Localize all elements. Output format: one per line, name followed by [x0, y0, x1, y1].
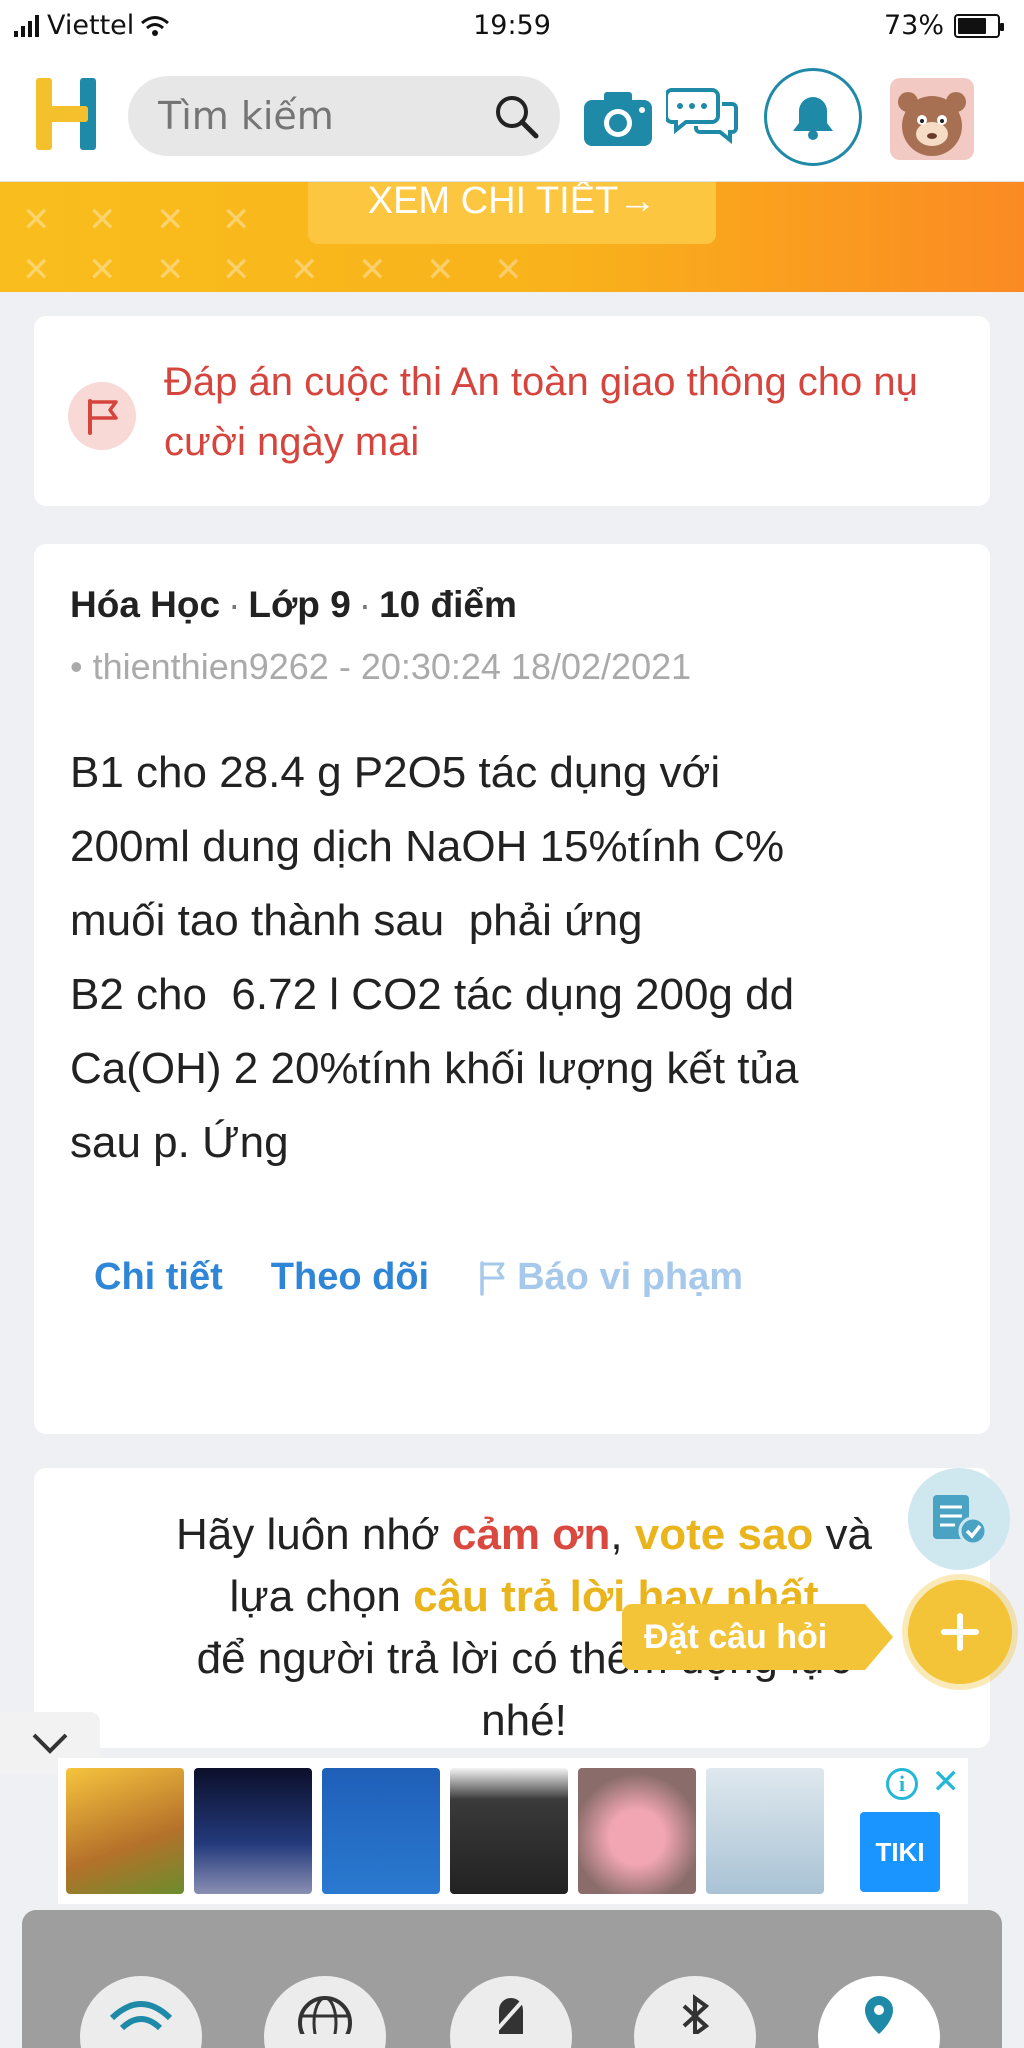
ad-product-thumb[interactable] [322, 1768, 440, 1894]
network-toggle[interactable] [264, 1976, 386, 2048]
decor-cross: ✕ [22, 200, 51, 240]
report-link[interactable]: Báo vi phạm [477, 1256, 743, 1299]
messages-icon[interactable] [666, 84, 738, 148]
detail-link[interactable]: Chi tiết [94, 1256, 223, 1299]
document-check-icon [933, 1495, 988, 1546]
decor-cross: ✕ [156, 200, 185, 240]
reminder-line: Hãy luôn nhớ cảm ơn, vote sao và [74, 1504, 974, 1566]
ad-product-thumb[interactable] [706, 1768, 824, 1894]
plus-icon [941, 1613, 979, 1651]
location-pin-icon [865, 1996, 893, 2034]
decor-cross: ✕ [426, 250, 455, 290]
globe-icon [298, 1996, 352, 2034]
ad-info-icon[interactable]: i [886, 1768, 918, 1800]
flag-badge [68, 382, 136, 450]
question-body: B1 cho 28.4 g P2O5 tác dụng với 200ml du… [70, 736, 970, 1180]
view-details-button[interactable]: XEM CHI TIẾT→ [308, 182, 716, 244]
reminder-part: , [610, 1510, 635, 1559]
question-line: muối tao thành sau phải ứng [70, 896, 643, 945]
search-bar[interactable] [128, 76, 560, 156]
flag-icon [88, 399, 118, 435]
decor-cross: ✕ [156, 250, 185, 290]
tiki-logo[interactable]: TIKI [860, 1812, 940, 1892]
battery-icon [954, 13, 1004, 38]
author-line: • thienthien9262 - 20:30:24 18/02/2021 [70, 646, 691, 688]
ad-product-thumb[interactable] [194, 1768, 312, 1894]
promo-banner[interactable]: ✕ ✕ ✕ ✕ ✕ ✕ ✕ ✕ ✕ ✕ ✕ ✕ XEM CHI TIẾT→ [0, 182, 1024, 292]
question-line: B1 cho 28.4 g P2O5 tác dụng với [70, 748, 721, 797]
camera-icon[interactable] [582, 88, 654, 148]
status-bar: Viettel 19:59 73% [0, 0, 1024, 54]
vote-highlight: vote sao [634, 1510, 814, 1559]
follow-link[interactable]: Theo dõi [271, 1256, 429, 1299]
reminder-part: Hãy luôn nhớ [175, 1510, 452, 1559]
reminder-part: và [813, 1510, 873, 1559]
ad-product-thumb[interactable] [450, 1768, 568, 1894]
question-actions: Chi tiết Theo dõi Báo vi phạm [94, 1256, 743, 1299]
search-icon[interactable] [492, 92, 542, 142]
bell-icon [793, 97, 833, 140]
bell-off-icon [493, 1994, 529, 2034]
thanks-highlight: cảm ơn [451, 1510, 611, 1559]
reminder-line: nhé! [481, 1696, 567, 1745]
separator-dot: · [228, 584, 241, 625]
question-card: Hóa Học · Lớp 9 · 10 điểm • thienthien9262 -… [34, 544, 990, 1434]
notifications-button[interactable] [764, 68, 862, 166]
battery-percent: 73% [883, 10, 944, 41]
ask-question-button[interactable] [908, 1580, 1012, 1684]
ad-product-thumb[interactable] [578, 1768, 696, 1894]
avatar-image [898, 92, 966, 156]
decor-cross: ✕ [88, 200, 117, 240]
question-line: Ca(OH) 2 20%tính khối lượng kết tủa [70, 1044, 799, 1093]
ask-question-label[interactable]: Đặt câu hỏi [622, 1604, 894, 1670]
question-meta: Hóa Học · Lớp 9 · 10 điểm [70, 584, 517, 626]
location-toggle[interactable] [818, 1976, 940, 2048]
chevron-down-icon [32, 1733, 68, 1754]
decor-cross: ✕ [88, 250, 117, 290]
separator-dot: · [358, 584, 372, 625]
points-label: 10 điểm [379, 584, 517, 625]
decor-cross: ✕ [494, 250, 523, 290]
announcement-card[interactable]: Đáp án cuộc thi An toàn giao thông cho n… [34, 316, 990, 506]
user-avatar[interactable] [890, 78, 974, 160]
author-info[interactable]: thienthien9262 - 20:30:24 18/02/2021 [93, 646, 692, 687]
ad-product-thumb[interactable] [66, 1768, 184, 1894]
silent-toggle[interactable] [450, 1976, 572, 2048]
quick-settings-panel [22, 1910, 1002, 2048]
wifi-toggle[interactable] [80, 1976, 202, 2048]
bullet: • [70, 646, 93, 687]
clock: 19:59 [473, 10, 551, 41]
reminder-part: lựa chọn [229, 1572, 414, 1621]
bluetooth-icon [682, 1994, 710, 2034]
grade-label[interactable]: Lớp 9 [248, 584, 350, 625]
bluetooth-toggle[interactable] [634, 1976, 756, 2048]
app-header [0, 54, 1024, 182]
decor-cross: ✕ [222, 200, 251, 240]
decor-cross: ✕ [358, 250, 387, 290]
decor-cross: ✕ [290, 250, 319, 290]
wifi-icon [109, 2001, 173, 2031]
decor-cross: ✕ [22, 250, 51, 290]
report-label: Báo vi phạm [517, 1256, 744, 1298]
decor-cross: ✕ [222, 250, 251, 290]
ad-close-icon[interactable]: ✕ [932, 1762, 961, 1802]
hoc24-logo[interactable] [34, 76, 100, 152]
announcement-link[interactable]: Đáp án cuộc thi An toàn giao thông cho n… [164, 352, 964, 472]
flag-icon [480, 1260, 505, 1296]
subject-label[interactable]: Hóa Học [70, 584, 220, 625]
ad-banner[interactable]: i ✕ TIKI [58, 1758, 968, 1904]
question-line: sau p. Ứng [70, 1118, 289, 1167]
search-input[interactable] [158, 94, 478, 138]
my-questions-button[interactable] [908, 1468, 1010, 1570]
question-line: B2 cho 6.72 l CO2 tác dụng 200g dd [70, 970, 795, 1019]
question-line: 200ml dung dịch NaOH 15%tính C% [70, 822, 785, 871]
battery-group: 73% [883, 10, 1004, 41]
